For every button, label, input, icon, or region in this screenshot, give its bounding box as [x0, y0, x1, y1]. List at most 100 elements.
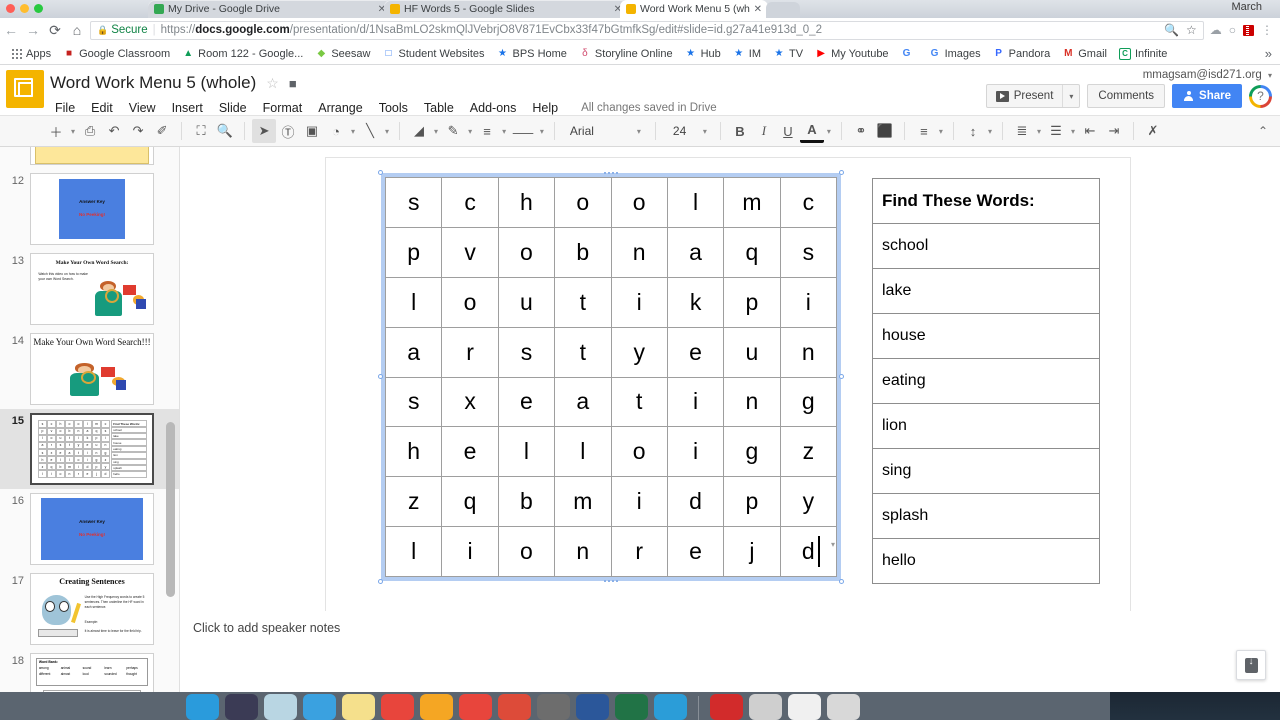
- word-search-cell[interactable]: l: [666, 177, 725, 228]
- resize-handle-bottom-left[interactable]: [378, 579, 383, 584]
- chevron-down-icon[interactable]: ▾: [1068, 127, 1078, 136]
- word-search-cell[interactable]: n: [554, 526, 612, 577]
- bookmark-room-122[interactable]: ▲ Room 122 - Google...: [177, 47, 308, 61]
- text-box-button[interactable]: Ⓣ: [276, 119, 300, 143]
- search-icon[interactable]: 🔍: [1164, 23, 1179, 37]
- bookmark-google-classroom[interactable]: ■ Google Classroom: [58, 47, 175, 61]
- slide-editor[interactable]: schoolmcpvobnaqsloutikpiarstyeunsxeating…: [325, 157, 1131, 612]
- chevron-down-icon[interactable]: ▾: [431, 127, 441, 136]
- line-button[interactable]: ╲: [358, 119, 382, 143]
- bookmark-bps-home[interactable]: ★ BPS Home: [492, 47, 572, 61]
- font-family-select[interactable]: Arial ▾: [562, 120, 648, 142]
- word-list-item[interactable]: hello: [872, 538, 1100, 584]
- line-spacing-button[interactable]: ↕: [961, 119, 985, 143]
- dock-icons[interactable]: [186, 694, 860, 720]
- word-search-cell[interactable]: h: [497, 177, 556, 228]
- word-search-cell[interactable]: l: [554, 426, 612, 478]
- document-icon[interactable]: [788, 694, 821, 720]
- excel-icon[interactable]: [615, 694, 648, 720]
- word-search-cell[interactable]: h: [384, 426, 443, 478]
- safari-icon[interactable]: [303, 694, 336, 720]
- word-list-item[interactable]: eating: [872, 358, 1100, 404]
- word-search-cell[interactable]: x: [441, 376, 499, 428]
- word-search-cell[interactable]: p: [384, 226, 443, 278]
- comments-button[interactable]: Comments: [1087, 84, 1166, 108]
- word-search-cell[interactable]: i: [666, 426, 725, 478]
- speaker-notes-input[interactable]: Click to add speaker notes: [181, 611, 1280, 692]
- word-search-cell[interactable]: l: [497, 426, 556, 478]
- photos-icon[interactable]: [420, 694, 453, 720]
- decrease-indent-button[interactable]: ⇤: [1078, 119, 1102, 143]
- slide-thumbnail-14[interactable]: Make Your Own Word Search!!!: [30, 333, 154, 405]
- minimize-window-button[interactable]: [20, 4, 29, 13]
- word-search-cell[interactable]: i: [779, 276, 838, 328]
- account-label[interactable]: mmagsam@isd271.org ▾: [1143, 69, 1272, 81]
- word-search-cell[interactable]: v: [441, 226, 499, 278]
- align-button[interactable]: ≡: [912, 119, 936, 143]
- new-slide-button[interactable]: ＋: [44, 119, 68, 143]
- calendar-icon[interactable]: [381, 694, 414, 720]
- slide-thumbnail-16[interactable]: Answer Key No Peeking!: [30, 493, 154, 565]
- border-dash-button[interactable]: ⸺: [509, 119, 537, 143]
- bookmark-apps[interactable]: Apps: [5, 47, 56, 61]
- word-search-cell[interactable]: m: [723, 177, 781, 228]
- resize-handle-top-right[interactable]: [839, 170, 844, 175]
- word-search-cell[interactable]: r: [610, 526, 668, 577]
- word-search-cell[interactable]: l: [384, 276, 443, 328]
- word-search-cell[interactable]: d: [666, 476, 725, 528]
- word-search-cell[interactable]: n: [610, 226, 668, 278]
- list-item[interactable]: 11 What words do I have to spell?: [0, 147, 179, 169]
- chrome-icon[interactable]: [498, 694, 531, 720]
- list-item[interactable]: 18 Word Bank: among different animal almost…: [0, 649, 179, 692]
- chevron-down-icon[interactable]: ▾: [1062, 85, 1079, 107]
- word-search-cell[interactable]: s: [384, 177, 443, 228]
- word-search-cell[interactable]: s: [384, 376, 443, 428]
- word-search-cell[interactable]: q: [441, 476, 499, 528]
- word-search-cell[interactable]: t: [554, 326, 612, 378]
- bookmark-tv[interactable]: ★ TV: [768, 47, 808, 61]
- fill-color-button[interactable]: ◢: [407, 119, 431, 143]
- word-list-item[interactable]: school: [872, 223, 1100, 269]
- forward-icon[interactable]: →: [22, 19, 44, 41]
- word-list-item[interactable]: lake: [872, 268, 1100, 314]
- word-search-cell[interactable]: j: [723, 526, 781, 577]
- word-search-cell[interactable]: e: [497, 376, 556, 428]
- chevron-down-icon[interactable]: ▾: [382, 127, 392, 136]
- word-search-cell[interactable]: b: [497, 476, 556, 528]
- extension-icon[interactable]: [1243, 24, 1254, 36]
- print-button[interactable]: ⎙: [78, 119, 102, 143]
- maximize-window-button[interactable]: [34, 4, 43, 13]
- italic-button[interactable]: I: [752, 119, 776, 143]
- close-window-button[interactable]: [6, 4, 15, 13]
- word-search-cell[interactable]: e: [441, 426, 499, 478]
- bookmark-my-youtube[interactable]: ▶ My Youtube: [810, 47, 894, 61]
- slides-logo-icon[interactable]: [6, 70, 44, 108]
- word-search-cell[interactable]: n: [723, 376, 781, 428]
- bold-button[interactable]: B: [728, 119, 752, 143]
- bookmark-hub[interactable]: ★ Hub: [680, 47, 726, 61]
- word-search-cell[interactable]: a: [554, 376, 612, 428]
- cloud-icon[interactable]: ☁: [1210, 23, 1222, 37]
- chevron-down-icon[interactable]: ▾: [499, 127, 509, 136]
- text-color-button[interactable]: A: [799, 119, 824, 143]
- word-search-cell[interactable]: o: [441, 276, 499, 328]
- table-drag-grip-bottom[interactable]: [603, 579, 619, 583]
- word-search-table-selection[interactable]: schoolmcpvobnaqsloutikpiarstyeunsxeating…: [378, 170, 844, 584]
- chevron-down-icon[interactable]: ▾: [537, 127, 547, 136]
- zoom-button[interactable]: 🔍: [213, 119, 237, 143]
- numbered-list-button[interactable]: ≣: [1010, 119, 1034, 143]
- share-button[interactable]: Share: [1172, 84, 1242, 108]
- bookmarks-overflow-icon[interactable]: »: [1265, 46, 1280, 61]
- word-search-row[interactable]: schoolmc: [384, 177, 838, 228]
- collapse-toolbar-icon[interactable]: ⌃: [1258, 124, 1268, 138]
- slide-thumbnail-18[interactable]: Word Bank: among different animal almost sou…: [30, 653, 154, 692]
- word-search-cell[interactable]: a: [666, 226, 725, 278]
- insert-comment-button[interactable]: ⬛: [873, 119, 897, 143]
- bookmark-student-websites[interactable]: □ Student Websites: [377, 47, 489, 61]
- acrobat-icon[interactable]: [710, 694, 743, 720]
- redo-button[interactable]: ↷: [126, 119, 150, 143]
- word-search-cell[interactable]: r: [441, 326, 499, 378]
- word-search-row[interactable]: loutikpi: [384, 276, 838, 328]
- bulleted-list-button[interactable]: ☰: [1044, 119, 1068, 143]
- resize-handle-top-left[interactable]: [378, 170, 383, 175]
